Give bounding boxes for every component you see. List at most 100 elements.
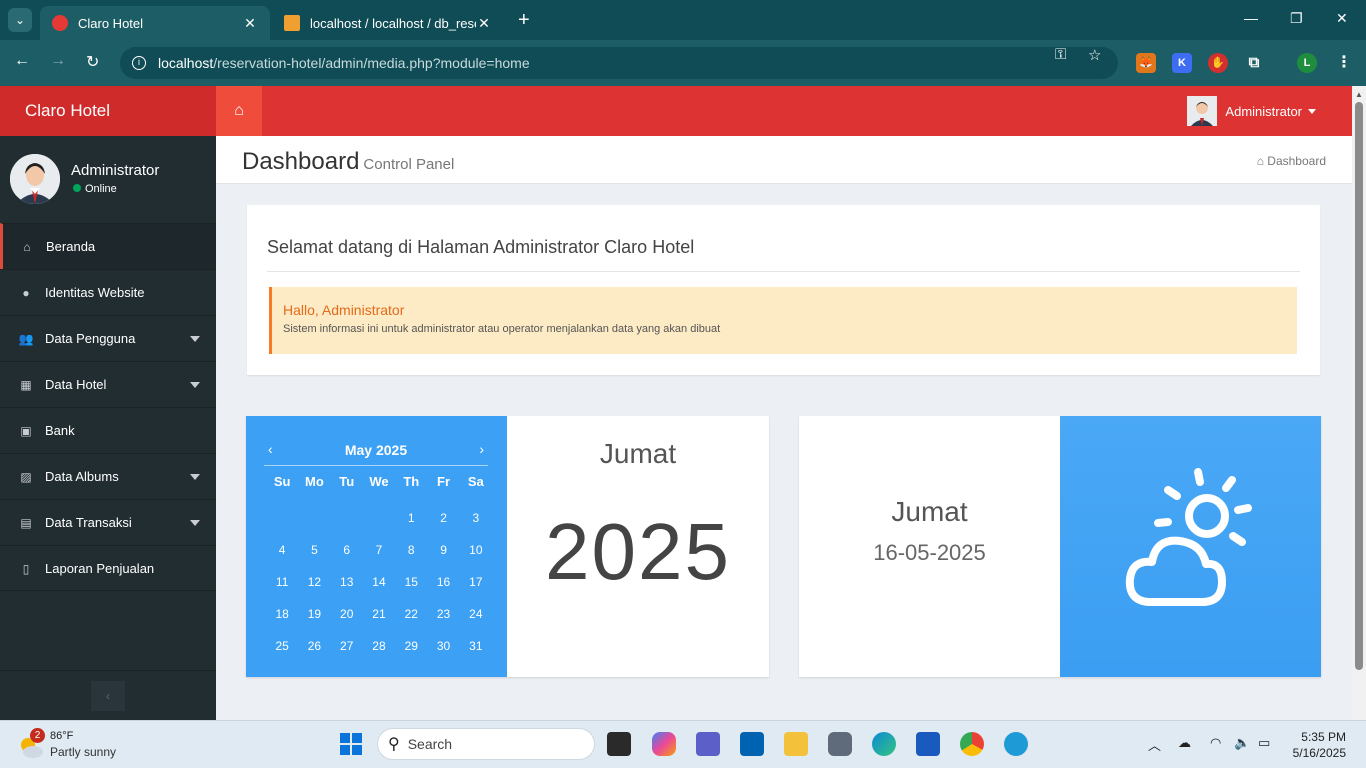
calendar-day[interactable]: 21 bbox=[363, 607, 395, 621]
new-tab-button[interactable]: + bbox=[518, 8, 530, 32]
tab-phpmyadmin[interactable]: localhost / localhost / db_reserv ✕ bbox=[272, 6, 504, 40]
calendar-day[interactable]: 19 bbox=[298, 607, 330, 621]
scroll-thumb[interactable] bbox=[1355, 102, 1363, 670]
tab-search-button[interactable]: ⌄ bbox=[8, 8, 32, 32]
scroll-up-icon[interactable]: ▲ bbox=[1355, 90, 1363, 99]
calendar-day[interactable]: 30 bbox=[427, 639, 459, 653]
calendar-next-icon[interactable]: › bbox=[479, 441, 484, 457]
edge-icon[interactable] bbox=[872, 732, 896, 756]
restore-icon[interactable]: ❐ bbox=[1290, 10, 1303, 27]
tab-close-icon[interactable]: ✕ bbox=[476, 15, 492, 32]
calendar-day[interactable]: 24 bbox=[460, 607, 492, 621]
reload-icon[interactable]: ↻ bbox=[86, 52, 99, 72]
password-key-icon[interactable]: ⚿ bbox=[1055, 46, 1066, 63]
sidebar-item-bank[interactable]: ▣ Bank bbox=[0, 407, 216, 453]
sidebar-item-laporan-penjualan[interactable]: ▯ Laporan Penjualan bbox=[0, 545, 216, 591]
bookmark-star-icon[interactable]: ☆ bbox=[1088, 46, 1101, 64]
calendar-day[interactable]: 26 bbox=[298, 639, 330, 653]
calendar-weekday: Th bbox=[403, 474, 420, 489]
show-hidden-icons-icon[interactable]: ︿ bbox=[1148, 735, 1161, 754]
calendar-day[interactable]: 20 bbox=[331, 607, 363, 621]
metamask-extension-icon[interactable]: 🦊 bbox=[1136, 53, 1156, 73]
stop-extension-icon[interactable]: ✋ bbox=[1208, 53, 1228, 73]
calendar-day[interactable]: 15 bbox=[395, 575, 427, 589]
calendar-day[interactable]: 8 bbox=[395, 543, 427, 557]
calendar-day[interactable]: 27 bbox=[331, 639, 363, 653]
browser-menu-icon[interactable]: ⋮ bbox=[1334, 53, 1354, 73]
calendar-day[interactable]: 25 bbox=[266, 639, 298, 653]
calendar-day[interactable]: 12 bbox=[298, 575, 330, 589]
teams-icon[interactable] bbox=[696, 732, 720, 756]
breadcrumb[interactable]: ⌂ Dashboard bbox=[1257, 154, 1326, 168]
battery-icon[interactable]: ▭ bbox=[1258, 735, 1270, 751]
sidebar-item-data-transaksi[interactable]: ▤ Data Transaksi bbox=[0, 499, 216, 545]
avatar bbox=[10, 154, 60, 204]
calendar-day[interactable]: 6 bbox=[331, 543, 363, 557]
page-title: Dashboard Control Panel bbox=[242, 148, 455, 175]
close-window-icon[interactable]: ✕ bbox=[1336, 10, 1348, 27]
sidebar-item-data-pengguna[interactable]: 👥 Data Pengguna bbox=[0, 315, 216, 361]
calendar-day[interactable]: 31 bbox=[460, 639, 492, 653]
task-view-icon[interactable] bbox=[607, 732, 631, 756]
forward-arrow-icon[interactable]: → bbox=[50, 52, 66, 70]
site-info-icon[interactable]: i bbox=[132, 56, 146, 70]
app-icon[interactable] bbox=[1004, 732, 1028, 756]
file-outline-icon: ▯ bbox=[22, 562, 30, 576]
camera-icon[interactable] bbox=[828, 732, 852, 756]
sidebar-item-identitas-website[interactable]: ● Identitas Website bbox=[0, 269, 216, 315]
year-panel-year: 2025 bbox=[545, 507, 731, 596]
sidebar-item-data-hotel[interactable]: ▦ Data Hotel bbox=[0, 361, 216, 407]
calendar-month[interactable]: May 2025 bbox=[264, 442, 488, 458]
sidebar-footer: ‹ bbox=[0, 670, 216, 720]
calendar-day[interactable]: 2 bbox=[427, 511, 459, 525]
chrome-icon[interactable] bbox=[960, 732, 984, 756]
system-clock[interactable]: 5:35 PM 5/16/2025 bbox=[1293, 729, 1346, 761]
top-navbar: ⌂ Administrator bbox=[216, 86, 1352, 136]
file-explorer-icon[interactable] bbox=[784, 732, 808, 756]
address-bar[interactable]: i localhost /reservation-hotel/admin/med… bbox=[120, 47, 1118, 79]
sidebar-item-data-albums[interactable]: ▨ Data Albums bbox=[0, 453, 216, 499]
k-extension-icon[interactable]: K bbox=[1172, 53, 1192, 73]
profile-avatar[interactable]: L bbox=[1297, 53, 1317, 73]
onedrive-icon[interactable]: ☁ bbox=[1178, 735, 1191, 751]
weather-temp: 86°F bbox=[50, 730, 74, 742]
volume-icon[interactable]: 🔈 bbox=[1234, 735, 1250, 751]
sidebar-item-beranda[interactable]: ⌂ Beranda bbox=[0, 223, 216, 269]
calendar-day[interactable]: 14 bbox=[363, 575, 395, 589]
calendar-day[interactable]: 11 bbox=[266, 575, 298, 589]
word-icon[interactable] bbox=[916, 732, 940, 756]
calendar-day[interactable]: 1 bbox=[395, 511, 427, 525]
calendar-day[interactable]: 5 bbox=[298, 543, 330, 557]
calendar-week: 4 5 6 7 8 9 10 bbox=[266, 534, 492, 566]
wifi-icon[interactable]: ◠ bbox=[1210, 735, 1221, 751]
collapse-sidebar-button[interactable]: ‹ bbox=[91, 681, 125, 711]
tab-close-icon[interactable]: ✕ bbox=[242, 15, 258, 32]
app-logo[interactable]: Claro Hotel bbox=[0, 86, 216, 136]
calendar-day[interactable]: 9 bbox=[427, 543, 459, 557]
calendar-day[interactable]: 29 bbox=[395, 639, 427, 653]
extensions-puzzle-icon[interactable]: ⧉ bbox=[1244, 53, 1264, 73]
calendar-day[interactable]: 28 bbox=[363, 639, 395, 653]
calendar-day[interactable]: 13 bbox=[331, 575, 363, 589]
windows-start-icon[interactable] bbox=[339, 732, 363, 756]
calendar-day[interactable]: 17 bbox=[460, 575, 492, 589]
back-arrow-icon[interactable]: ← bbox=[14, 52, 30, 70]
store-icon[interactable] bbox=[740, 732, 764, 756]
calendar-day[interactable]: 7 bbox=[363, 543, 395, 557]
sidebar-user-panel: Administrator Online bbox=[0, 136, 216, 223]
calendar-day[interactable]: 3 bbox=[460, 511, 492, 525]
taskbar-search[interactable]: ⚲ Search bbox=[377, 728, 595, 760]
page-scrollbar[interactable]: ▲ bbox=[1352, 86, 1366, 720]
user-dropdown[interactable]: Administrator bbox=[1187, 96, 1316, 126]
calendar-day[interactable]: 16 bbox=[427, 575, 459, 589]
calendar-day[interactable]: 23 bbox=[427, 607, 459, 621]
tab-claro-hotel[interactable]: Claro Hotel ✕ bbox=[40, 6, 270, 40]
home-icon[interactable]: ⌂ bbox=[216, 86, 262, 136]
sidebar-item-label: Data Transaksi bbox=[45, 515, 132, 530]
calendar-day[interactable]: 22 bbox=[395, 607, 427, 621]
calendar-day[interactable]: 18 bbox=[266, 607, 298, 621]
calendar-day[interactable]: 4 bbox=[266, 543, 298, 557]
calendar-day[interactable]: 10 bbox=[460, 543, 492, 557]
copilot-icon[interactable] bbox=[652, 732, 676, 756]
minimize-icon[interactable]: — bbox=[1244, 10, 1258, 26]
